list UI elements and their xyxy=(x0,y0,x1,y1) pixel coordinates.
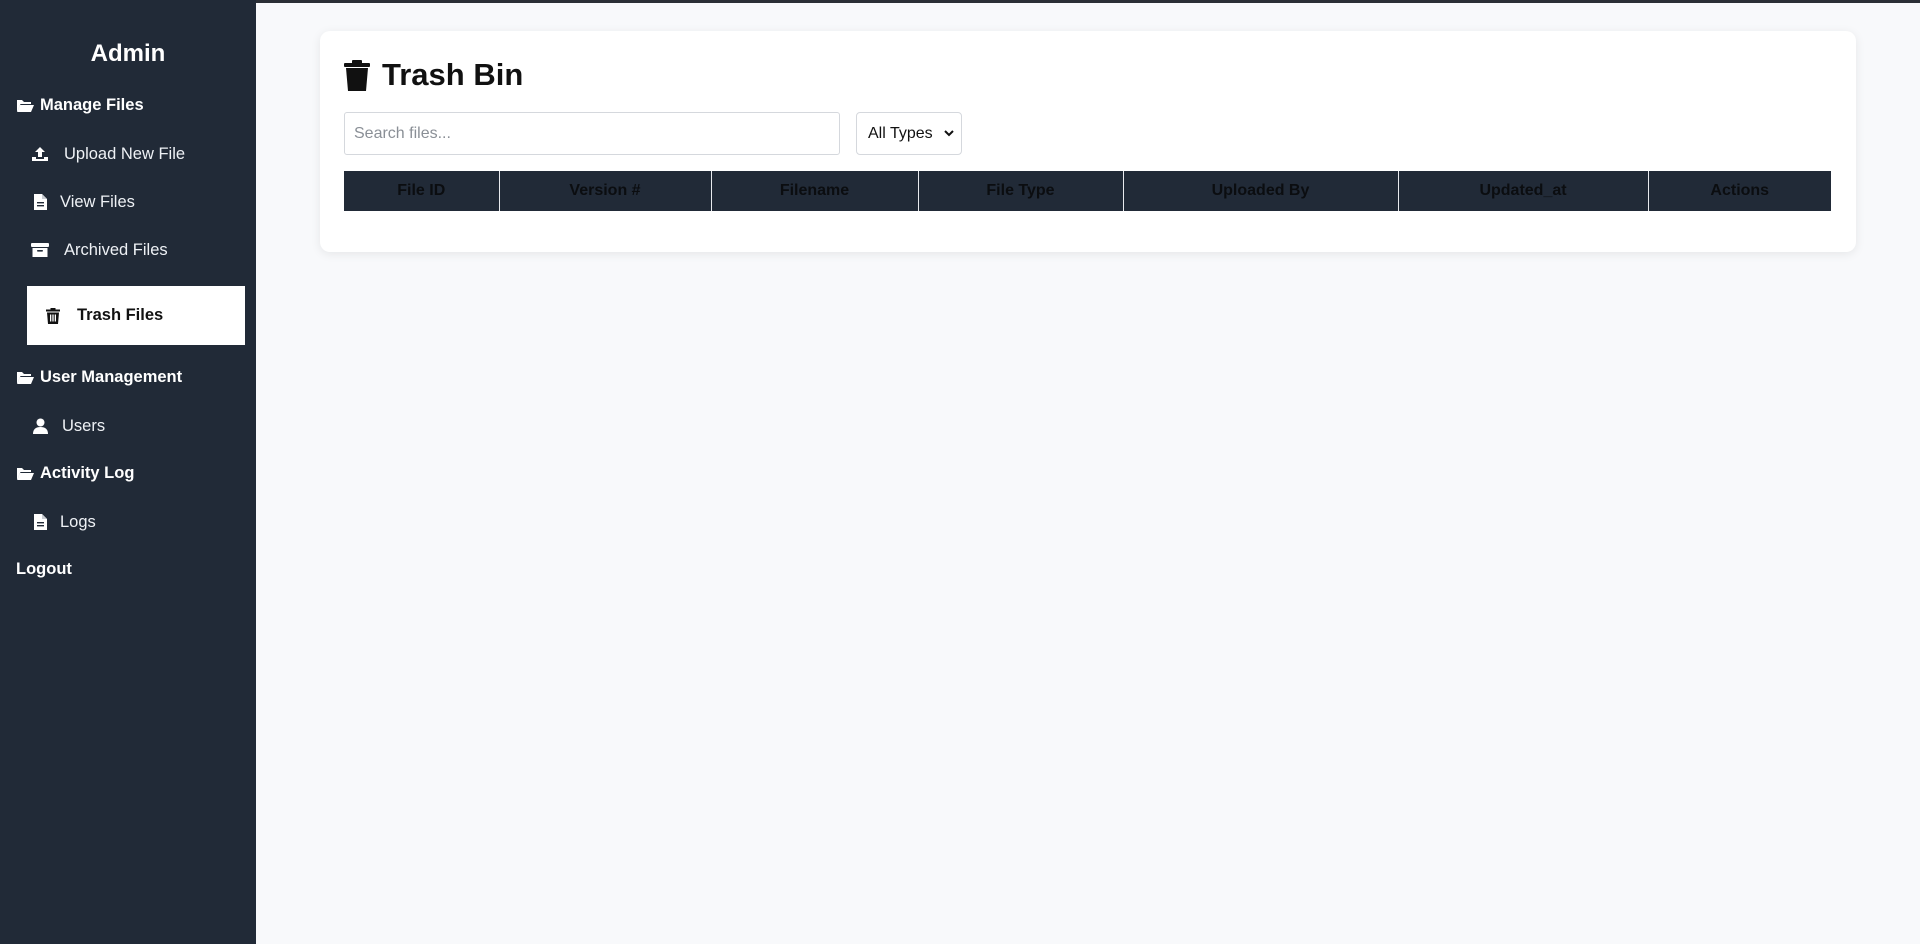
file-icon xyxy=(30,192,50,212)
page-title-text: Trash Bin xyxy=(382,57,524,92)
trash-icon xyxy=(344,59,370,91)
trash-bin-card: Trash Bin All Types File ID Version # Fi… xyxy=(320,31,1856,252)
column-header-file-id: File ID xyxy=(344,171,499,211)
archive-box-icon xyxy=(30,240,50,260)
sidebar-item-label: Upload New File xyxy=(64,144,186,163)
column-header-updated-at: Updated_at xyxy=(1397,171,1648,211)
section-label: Activity Log xyxy=(40,464,135,482)
column-header-actions: Actions xyxy=(1647,171,1831,211)
page-title: Trash Bin xyxy=(344,57,523,93)
upload-icon xyxy=(30,144,50,164)
sidebar-item-archived-files[interactable]: Archived Files xyxy=(30,240,168,260)
sidebar-item-label: Users xyxy=(62,416,106,435)
column-header-uploaded-by: Uploaded By xyxy=(1122,171,1398,211)
sidebar-item-logs[interactable]: Logs xyxy=(30,512,96,532)
chevron-down-icon xyxy=(944,130,954,137)
file-type-select[interactable]: All Types xyxy=(856,112,962,155)
search-input[interactable] xyxy=(344,112,840,155)
sidebar-item-view-files[interactable]: View Files xyxy=(30,192,135,212)
user-icon xyxy=(30,416,50,436)
sidebar: Admin Manage Files Upload New File View … xyxy=(0,0,256,944)
sidebar-brand: Admin xyxy=(90,40,166,67)
sidebar-item-label: Archived Files xyxy=(64,240,168,259)
sidebar-item-trash-files[interactable]: Trash Files xyxy=(27,286,245,345)
sidebar-item-upload-new-file[interactable]: Upload New File xyxy=(30,144,185,164)
folder-open-icon xyxy=(17,372,34,384)
logout-link[interactable]: Logout xyxy=(16,560,72,579)
trash-icon xyxy=(43,306,63,326)
column-header-filename: Filename xyxy=(710,171,918,211)
folder-open-icon xyxy=(17,468,34,480)
section-label: Manage Files xyxy=(40,96,144,114)
file-icon xyxy=(30,512,50,532)
file-type-select-value: All Types xyxy=(868,124,933,142)
section-activity-log: Activity Log xyxy=(16,464,134,483)
column-header-version: Version # xyxy=(498,171,711,211)
column-header-file-type: File Type xyxy=(917,171,1123,211)
table-header-row: File ID Version # Filename File Type Upl… xyxy=(344,171,1831,211)
sidebar-item-label: Trash Files xyxy=(77,306,164,324)
section-manage-files: Manage Files xyxy=(16,96,144,115)
section-user-management: User Management xyxy=(16,368,182,387)
sidebar-item-users[interactable]: Users xyxy=(30,416,105,436)
folder-open-icon xyxy=(17,100,34,112)
sidebar-item-label: Logs xyxy=(60,512,96,531)
sidebar-item-label: View Files xyxy=(60,192,135,211)
section-label: User Management xyxy=(40,368,183,386)
window-top-border xyxy=(0,0,1920,3)
trash-files-table: File ID Version # Filename File Type Upl… xyxy=(344,171,1831,211)
